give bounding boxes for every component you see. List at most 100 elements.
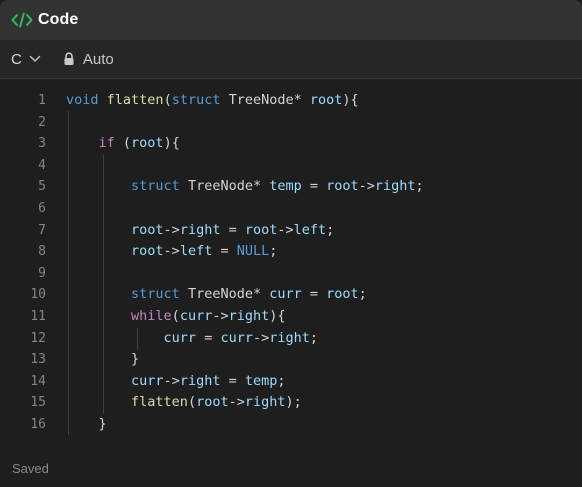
code-token: left [179,243,213,260]
code-token: = [196,329,221,346]
code-token: = [301,286,327,303]
code-line[interactable]: } [66,349,582,371]
panel-title: Code [38,11,79,28]
line-number: 14 [30,373,46,389]
code-token: -> [277,221,294,238]
code-token: ){ [342,92,359,108]
code-token: struct [131,286,180,303]
code-token: ){ [163,135,180,152]
code-token: root [131,135,164,152]
code-token: right [179,372,221,389]
code-token: curr [269,286,302,303]
code-token: flatten [106,92,164,108]
code-token: TreeNode* [179,178,270,195]
code-line[interactable] [66,155,582,177]
code-token: ; [269,243,278,260]
code-token: flatten [131,394,188,411]
code-line[interactable]: struct TreeNode* temp = root->right; [66,176,582,198]
code-token: struct [131,178,180,195]
line-number: 2 [38,114,46,130]
code-token: curr [179,307,213,324]
line-number: 11 [30,308,46,324]
line-number: 12 [30,330,46,346]
code-token: root [309,92,343,108]
line-number: 1 [38,93,46,108]
code-token: ( [171,307,180,324]
line-number: 5 [38,179,46,195]
code-token: root [326,178,359,195]
code-token: struct [171,92,221,108]
code-line[interactable]: void flatten(struct TreeNode* root){ [66,90,582,112]
panel-header: Code [0,0,582,40]
line-number: 16 [30,416,46,432]
code-line[interactable]: struct TreeNode* curr = root; [66,284,582,306]
code-editor[interactable]: 1 2 3 4 5 6 7 8 9 10 11 12 13 14 15 16 void flatten(str… [0,80,582,440]
code-line[interactable]: } [66,414,582,436]
code-line[interactable]: root->right = root->left; [66,220,582,242]
indent-guide [137,328,138,350]
code-line[interactable]: root->left = NULL; [66,241,582,263]
code-line[interactable]: while(curr->right){ [66,306,582,328]
language-select[interactable]: C [11,51,41,68]
code-token: = [301,178,327,195]
code-token: -> [163,243,180,260]
code-line[interactable]: if (root){ [66,133,582,155]
indent-guide [103,155,104,414]
line-number: 13 [30,352,46,368]
code-brackets-icon [11,11,33,29]
code-token: TreeNode* [179,286,270,303]
code-token: -> [163,372,180,389]
code-token: ); [285,394,302,411]
code-token: void [66,92,99,108]
indent-guide [68,111,69,435]
code-token: = [220,221,245,238]
code-token: NULL [236,243,270,260]
lock-icon [63,52,75,66]
code-token: } [66,415,107,432]
code-line[interactable] [66,263,582,285]
code-token: right [244,394,286,411]
code-panel: Code C Auto 1 2 3 4 5 6 7 8 9 10 11 12 13 14 15 16 void… [0,0,582,487]
line-number: 4 [38,157,46,173]
code-token: curr [220,329,253,346]
code-lines[interactable]: void flatten(struct TreeNode* root){ if … [66,90,582,436]
code-line[interactable] [66,198,582,220]
code-token: -> [252,329,270,346]
code-token: right [374,178,416,195]
line-number: 6 [38,200,46,216]
code-token: ( [114,135,132,152]
code-line[interactable]: curr->right = temp; [66,371,582,393]
code-token: temp [269,178,302,195]
editor-toolbar: C Auto [0,40,582,79]
line-number: 3 [38,136,46,152]
code-line[interactable]: curr = curr->right; [66,328,582,350]
code-token: root [131,243,164,260]
code-token: ; [277,372,286,389]
code-token: ){ [269,307,286,324]
code-token: curr [163,329,197,346]
line-number: 15 [30,395,46,411]
code-token: right [179,221,221,238]
code-line[interactable] [66,112,582,134]
line-number: 9 [38,265,46,281]
code-token: TreeNode* [220,92,310,108]
code-token: = [212,243,237,260]
code-token: -> [228,394,245,411]
auto-mode[interactable]: Auto [63,51,114,68]
code-token: -> [358,178,375,195]
line-number: 7 [38,222,46,238]
save-status: Saved [12,460,49,476]
code-token: ( [163,92,172,108]
line-number-gutter: 1 2 3 4 5 6 7 8 9 10 11 12 13 14 15 16 [0,90,50,436]
chevron-down-icon [29,55,41,63]
code-line[interactable]: flatten(root->right); [66,392,582,414]
code-token: while [131,307,172,324]
